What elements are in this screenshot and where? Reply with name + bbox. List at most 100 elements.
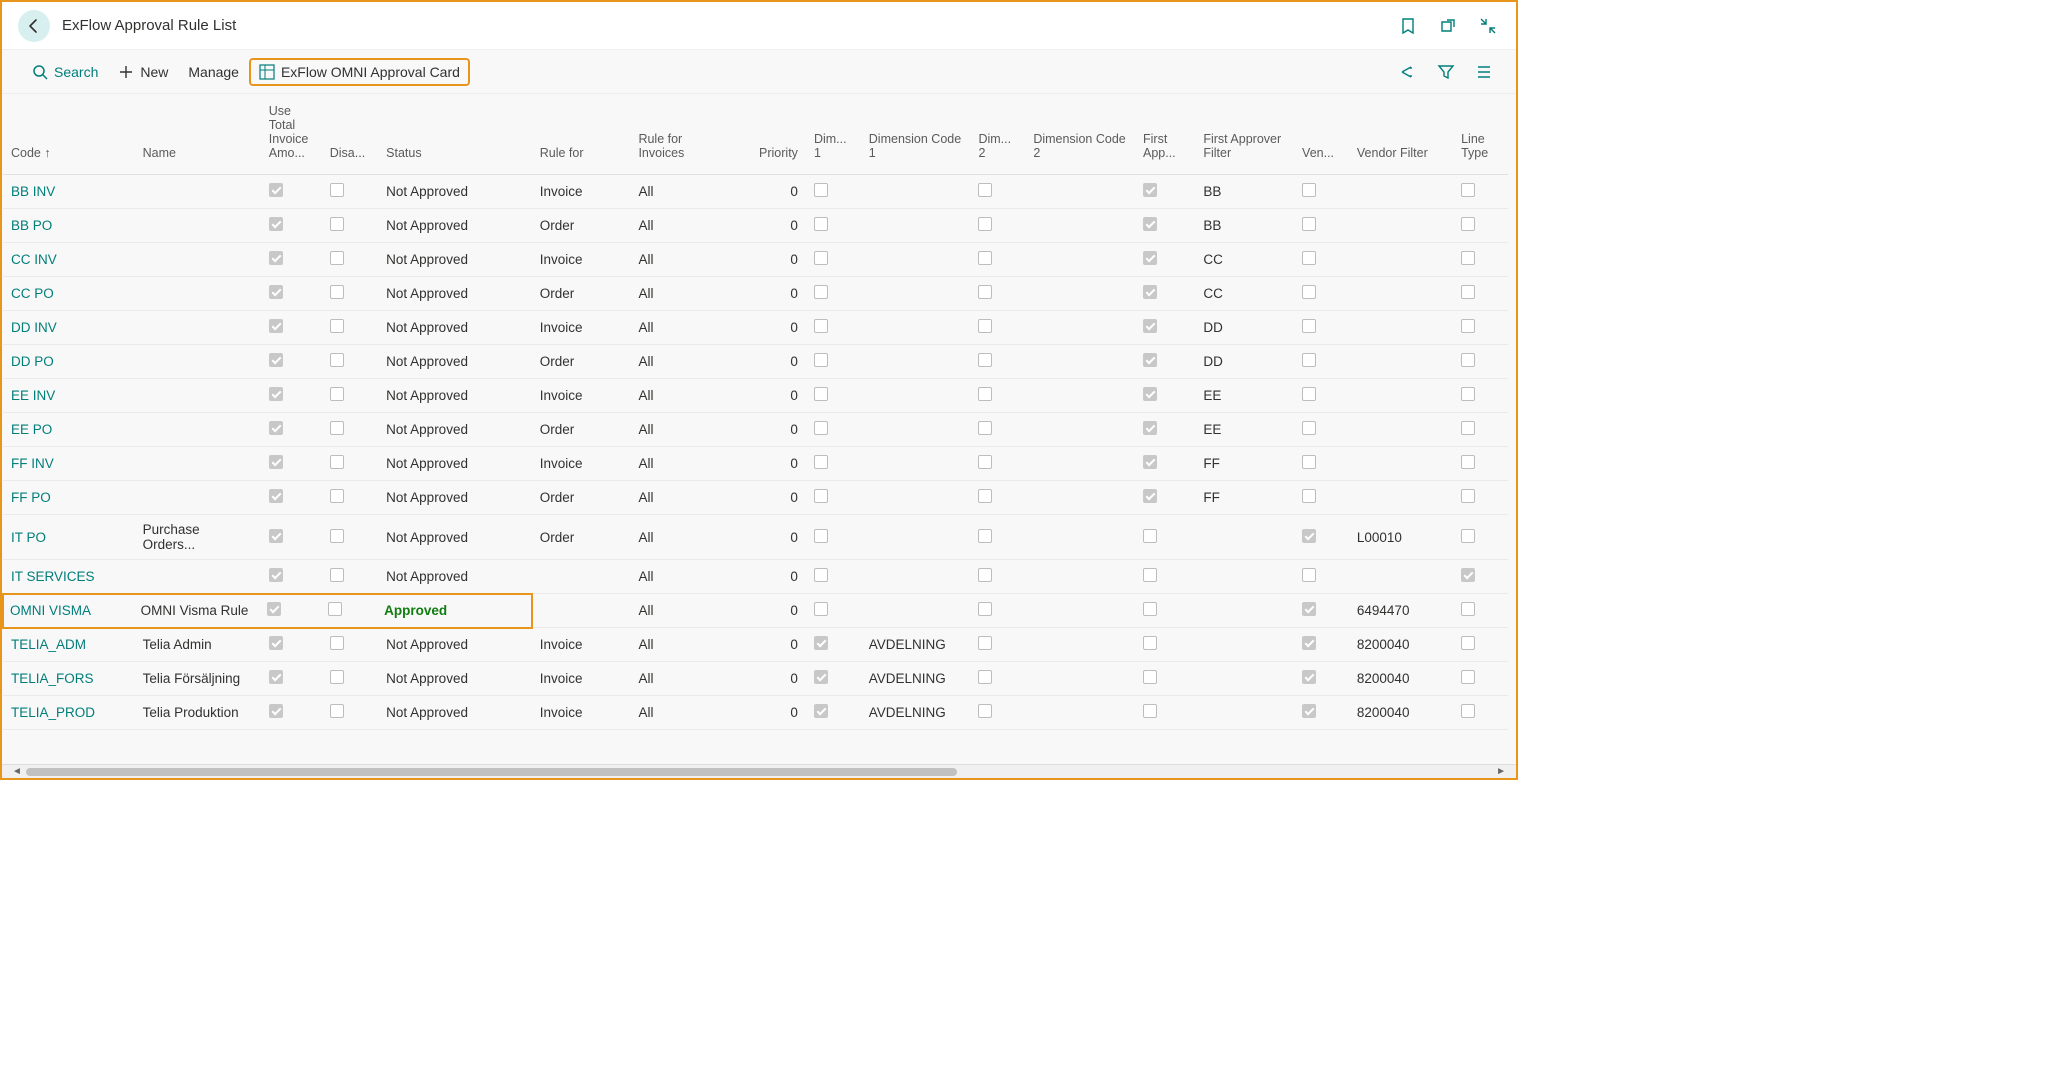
checkbox[interactable] (269, 489, 283, 503)
checkbox[interactable] (1143, 670, 1157, 684)
checkbox[interactable] (1461, 670, 1475, 684)
table-row[interactable]: IT POPurchase Orders...Not ApprovedOrder… (3, 515, 1508, 560)
checkbox[interactable] (1461, 489, 1475, 503)
table-row[interactable]: FF INVNot ApprovedInvoiceAll0FF (3, 447, 1508, 481)
checkbox[interactable] (269, 568, 283, 582)
checkbox[interactable] (978, 387, 992, 401)
col-dim-code2[interactable]: Dimension Code 2 (1025, 94, 1135, 175)
checkbox[interactable] (1143, 568, 1157, 582)
checkbox[interactable] (269, 670, 283, 684)
checkbox[interactable] (978, 489, 992, 503)
popout-button[interactable] (1436, 14, 1460, 38)
code-link[interactable]: IT SERVICES (11, 569, 95, 584)
share-button[interactable] (1396, 60, 1420, 84)
search-button[interactable]: Search (22, 58, 108, 86)
checkbox[interactable] (1461, 704, 1475, 718)
checkbox[interactable] (1302, 602, 1316, 616)
checkbox[interactable] (269, 251, 283, 265)
checkbox[interactable] (1302, 568, 1316, 582)
checkbox[interactable] (1461, 285, 1475, 299)
col-first-app-filter[interactable]: First Approver Filter (1195, 94, 1294, 175)
checkbox[interactable] (1143, 421, 1157, 435)
col-code[interactable]: Code ↑ (3, 94, 135, 175)
checkbox[interactable] (978, 251, 992, 265)
checkbox[interactable] (1302, 421, 1316, 435)
checkbox[interactable] (1143, 285, 1157, 299)
table-row[interactable]: TELIA_ADMTelia AdminNot ApprovedInvoiceA… (3, 628, 1508, 662)
checkbox[interactable] (814, 285, 828, 299)
checkbox[interactable] (814, 183, 828, 197)
code-link[interactable]: DD PO (11, 354, 54, 369)
checkbox[interactable] (1143, 529, 1157, 543)
checkbox[interactable] (978, 183, 992, 197)
col-rule-for-invoices[interactable]: Rule for Invoices (630, 94, 729, 175)
checkbox[interactable] (1302, 183, 1316, 197)
checkbox[interactable] (330, 455, 344, 469)
back-button[interactable] (18, 10, 50, 42)
checkbox[interactable] (814, 636, 828, 650)
col-dim2[interactable]: Dim... 2 (970, 94, 1025, 175)
checkbox[interactable] (814, 421, 828, 435)
bookmark-button[interactable] (1396, 14, 1420, 38)
checkbox[interactable] (330, 183, 344, 197)
checkbox[interactable] (978, 455, 992, 469)
checkbox[interactable] (1302, 704, 1316, 718)
checkbox[interactable] (269, 183, 283, 197)
col-dim-code1[interactable]: Dimension Code 1 (861, 94, 971, 175)
checkbox[interactable] (814, 455, 828, 469)
table-row[interactable]: BB INVNot ApprovedInvoiceAll0BB (3, 175, 1508, 209)
manage-button[interactable]: Manage (178, 58, 249, 86)
checkbox[interactable] (1143, 251, 1157, 265)
checkbox[interactable] (978, 217, 992, 231)
checkbox[interactable] (1143, 704, 1157, 718)
col-first-app[interactable]: First App... (1135, 94, 1195, 175)
checkbox[interactable] (1302, 455, 1316, 469)
checkbox[interactable] (330, 529, 344, 543)
checkbox[interactable] (1302, 489, 1316, 503)
table-row[interactable]: TELIA_FORSTelia FörsäljningNot ApprovedI… (3, 662, 1508, 696)
code-link[interactable]: IT PO (11, 530, 46, 545)
checkbox[interactable] (814, 319, 828, 333)
code-link[interactable]: FF PO (11, 490, 51, 505)
col-disabled[interactable]: Disa... (322, 94, 378, 175)
checkbox[interactable] (330, 568, 344, 582)
checkbox[interactable] (269, 704, 283, 718)
checkbox[interactable] (330, 319, 344, 333)
table-row[interactable]: FF PONot ApprovedOrderAll0FF (3, 481, 1508, 515)
horizontal-scrollbar[interactable]: ◄ ► (2, 764, 1516, 778)
checkbox[interactable] (1461, 636, 1475, 650)
checkbox[interactable] (269, 455, 283, 469)
checkbox[interactable] (978, 353, 992, 367)
checkbox[interactable] (978, 568, 992, 582)
checkbox[interactable] (978, 704, 992, 718)
checkbox[interactable] (1461, 183, 1475, 197)
code-link[interactable]: CC INV (11, 252, 57, 267)
checkbox[interactable] (1302, 529, 1316, 543)
new-button[interactable]: New (108, 58, 178, 86)
checkbox[interactable] (328, 602, 342, 616)
checkbox[interactable] (330, 285, 344, 299)
table-row[interactable]: EE INVNot ApprovedInvoiceAll0EE (3, 379, 1508, 413)
col-vendor-filter[interactable]: Vendor Filter (1349, 94, 1453, 175)
code-link[interactable]: TELIA_PROD (11, 705, 95, 720)
checkbox[interactable] (269, 387, 283, 401)
checkbox[interactable] (330, 387, 344, 401)
table-row[interactable]: DD INVNot ApprovedInvoiceAll0DD (3, 311, 1508, 345)
checkbox[interactable] (330, 670, 344, 684)
code-link[interactable]: OMNI VISMA (10, 603, 91, 618)
checkbox[interactable] (1143, 455, 1157, 469)
filter-button[interactable] (1434, 60, 1458, 84)
checkbox[interactable] (978, 319, 992, 333)
checkbox[interactable] (267, 602, 281, 616)
col-status[interactable]: Status (378, 94, 532, 175)
checkbox[interactable] (1461, 568, 1475, 582)
checkbox[interactable] (1143, 217, 1157, 231)
checkbox[interactable] (1461, 217, 1475, 231)
checkbox[interactable] (1143, 636, 1157, 650)
code-link[interactable]: FF INV (11, 456, 54, 471)
checkbox[interactable] (814, 489, 828, 503)
table-row[interactable]: EE PONot ApprovedOrderAll0EE (3, 413, 1508, 447)
table-row[interactable]: IT SERVICESNot ApprovedAll0 (3, 560, 1508, 594)
code-link[interactable]: DD INV (11, 320, 57, 335)
checkbox[interactable] (814, 670, 828, 684)
